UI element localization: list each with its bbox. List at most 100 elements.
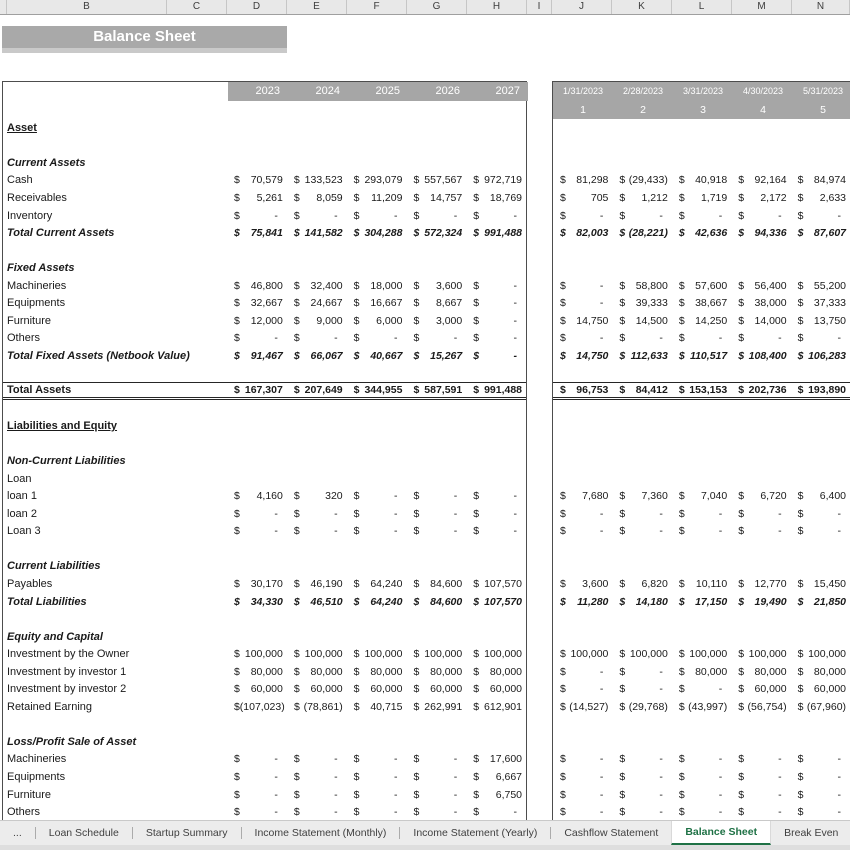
cell-value[interactable]: $- [731,771,790,783]
cell-value[interactable]: $3,000 [406,315,466,327]
cell-value[interactable]: $- [553,297,612,309]
cell-value[interactable]: $8,667 [406,297,466,309]
row-label[interactable]: Equity and Capital [3,631,227,643]
cell-value[interactable]: $100,000 [347,648,407,660]
cell-value[interactable]: $- [287,806,347,818]
cell-value[interactable]: $- [553,771,612,783]
cell-value[interactable]: $- [791,508,850,520]
cell-value[interactable]: $84,600 [406,578,466,590]
cell-value[interactable]: $15,450 [791,578,850,590]
cell-value[interactable]: $- [287,508,347,520]
cell-value[interactable]: $991,488 [466,384,526,396]
cell-value[interactable]: $81,298 [553,174,612,186]
row-label[interactable]: loan 2 [3,508,227,520]
cell-value[interactable]: $17,600 [466,753,526,765]
cell-value[interactable]: $96,753 [553,384,612,396]
row-label[interactable]: Machineries [3,280,227,292]
row-label[interactable]: Others [3,806,227,818]
cell-value[interactable]: $202,736 [731,384,790,396]
column-header-n[interactable]: N [792,0,850,14]
cell-value[interactable]: $- [612,789,671,801]
cell-value[interactable]: $38,000 [731,297,790,309]
cell-value[interactable]: $- [406,525,466,537]
cell-value[interactable]: $972,719 [466,174,526,186]
row-label[interactable]: Asset [3,122,227,134]
cell-value[interactable]: $80,000 [791,666,850,678]
cell-value[interactable]: $1,719 [672,192,731,204]
cell-value[interactable]: $55,200 [791,280,850,292]
cell-value[interactable]: $(107,023) [227,701,287,713]
cell-value[interactable]: $80,000 [466,666,526,678]
cell-value[interactable]: $- [287,753,347,765]
cell-value[interactable]: $60,000 [791,683,850,695]
cell-value[interactable]: $9,000 [287,315,347,327]
cell-value[interactable]: $- [672,508,731,520]
cell-value[interactable]: $- [672,753,731,765]
column-header-b[interactable]: B [7,0,167,14]
cell-value[interactable]: $64,240 [347,596,407,608]
cell-value[interactable]: $70,579 [227,174,287,186]
cell-value[interactable]: $60,000 [287,683,347,695]
row-label[interactable]: Equipments [3,297,227,309]
cell-value[interactable]: $- [287,332,347,344]
cell-value[interactable]: $80,000 [731,666,790,678]
cell-value[interactable]: $- [553,280,612,292]
column-header-k[interactable]: K [612,0,672,14]
sheet-tab-balance-sheet[interactable]: Balance Sheet [671,821,771,845]
date-header-cell[interactable]: 5/31/2023 [793,82,850,101]
cell-value[interactable]: $- [466,210,526,222]
cell-value[interactable]: $19,490 [731,596,790,608]
cell-value[interactable]: $110,517 [672,350,731,362]
cell-value[interactable]: $- [553,332,612,344]
cell-value[interactable]: $100,000 [791,648,850,660]
cell-value[interactable]: $24,667 [287,297,347,309]
cell-value[interactable]: $- [227,508,287,520]
cell-value[interactable]: $- [466,315,526,327]
cell-value[interactable]: $14,750 [553,350,612,362]
cell-value[interactable]: $- [612,508,671,520]
cell-value[interactable]: $100,000 [466,648,526,660]
cell-value[interactable]: $- [347,789,407,801]
cell-value[interactable]: $207,649 [287,384,347,396]
cell-value[interactable]: $11,209 [347,192,407,204]
cell-value[interactable]: $60,000 [406,683,466,695]
cell-value[interactable]: $- [731,508,790,520]
cell-value[interactable]: $- [791,753,850,765]
cell-value[interactable]: $6,000 [347,315,407,327]
cell-value[interactable]: $(43,997) [672,701,731,713]
cell-value[interactable]: $572,324 [406,227,466,239]
cell-value[interactable]: $108,400 [731,350,790,362]
cell-value[interactable]: $- [553,525,612,537]
cell-value[interactable]: $112,633 [612,350,671,362]
cell-value[interactable]: $- [791,525,850,537]
cell-value[interactable]: $- [347,806,407,818]
year-header-cell-2024[interactable]: 2024 [288,82,348,101]
cell-value[interactable]: $14,250 [672,315,731,327]
cell-value[interactable]: $100,000 [227,648,287,660]
sheet-tab-startup-summary[interactable]: Startup Summary [133,821,241,845]
cell-value[interactable]: $40,667 [347,350,407,362]
cell-value[interactable]: $38,667 [672,297,731,309]
cell-value[interactable]: $- [731,210,790,222]
cell-value[interactable]: $18,769 [466,192,526,204]
cell-value[interactable]: $57,600 [672,280,731,292]
cell-value[interactable]: $21,850 [791,596,850,608]
cell-value[interactable]: $6,750 [466,789,526,801]
cell-value[interactable]: $- [406,332,466,344]
cell-value[interactable]: $705 [553,192,612,204]
cell-value[interactable]: $- [553,753,612,765]
cell-value[interactable]: $94,336 [731,227,790,239]
cell-value[interactable]: $- [612,806,671,818]
cell-value[interactable]: $1,212 [612,192,671,204]
sheet-title-cell[interactable]: Balance Sheet [2,26,287,48]
cell-value[interactable]: $(56,754) [731,701,790,713]
row-label[interactable]: loan 1 [3,490,227,502]
cell-value[interactable]: $- [227,806,287,818]
cell-value[interactable]: $100,000 [406,648,466,660]
cell-value[interactable]: $- [791,332,850,344]
cell-value[interactable]: $80,000 [672,666,731,678]
cell-value[interactable]: $3,600 [553,578,612,590]
cell-value[interactable]: $(28,221) [612,227,671,239]
row-label[interactable]: Total Liabilities [3,596,227,608]
column-header-h[interactable]: H [467,0,527,14]
